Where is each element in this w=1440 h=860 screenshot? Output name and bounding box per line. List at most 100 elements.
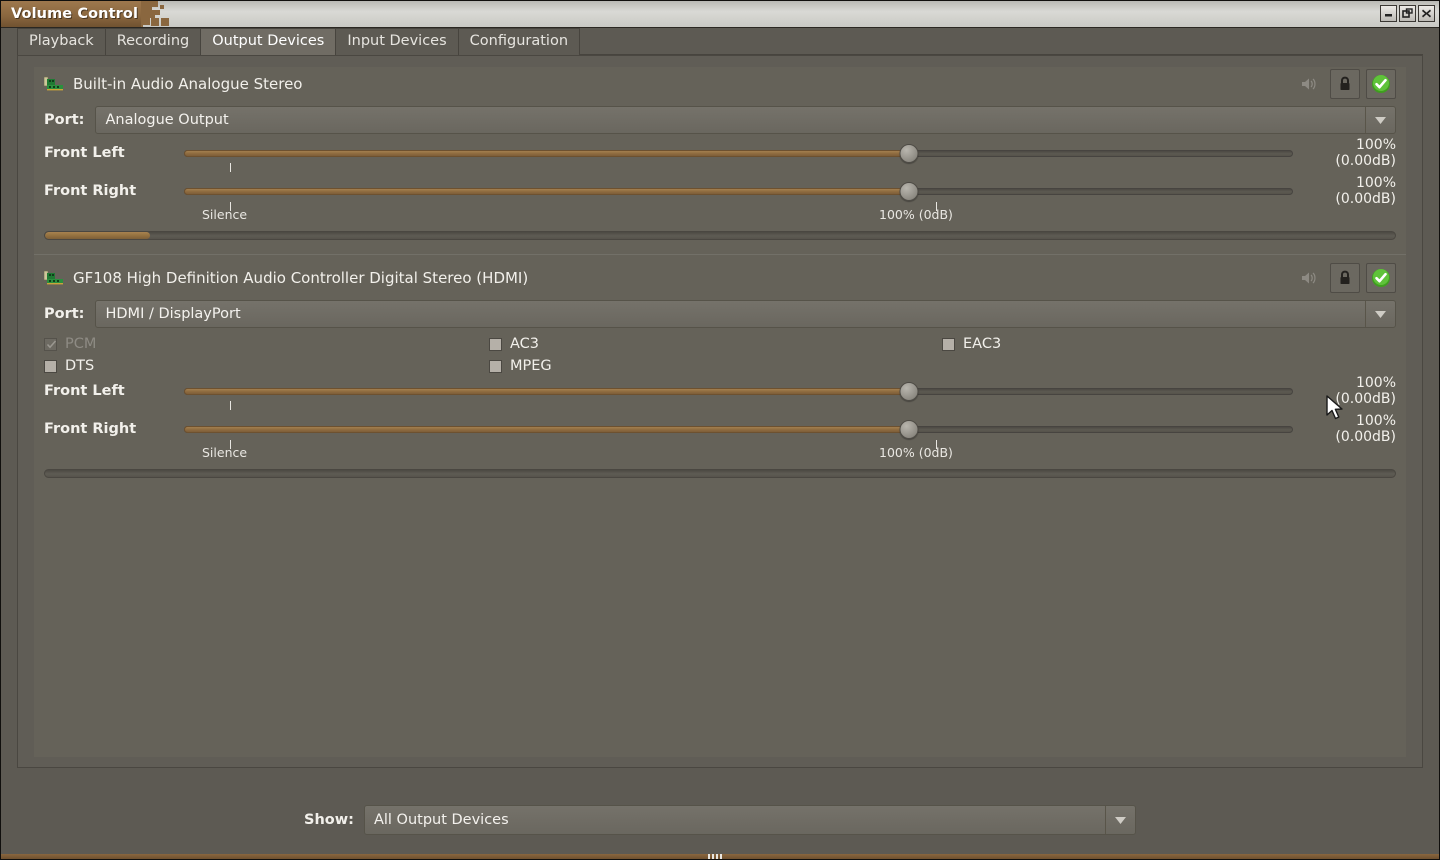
title-bar[interactable]: Volume Control (1, 1, 1439, 28)
channel-value: 100% (0.00dB) (1293, 375, 1396, 407)
volume-slider-front-left[interactable] (184, 142, 1293, 164)
chevron-down-icon (1105, 806, 1135, 834)
resize-grip-dots (708, 854, 732, 859)
slider-handle[interactable] (900, 182, 919, 201)
port-select[interactable]: HDMI / DisplayPort (95, 300, 1396, 328)
channel-value: 100% (0.00dB) (1293, 413, 1396, 445)
lock-icon (1337, 270, 1353, 286)
tick-silence (230, 401, 231, 410)
device-card-gf108-hdmi: GF108 High Definition Audio Controller D… (34, 261, 1406, 488)
device-scroll-area[interactable]: Built-in Audio Analogue Stereo (34, 67, 1406, 757)
channel-label: Front Left (44, 145, 184, 161)
device-divider (34, 254, 1406, 255)
close-button[interactable] (1418, 5, 1435, 22)
channel-label: Front Right (44, 183, 184, 199)
scale-max-label: 100% (0dB) (879, 445, 953, 460)
slider-fill (184, 150, 909, 157)
window-title: Volume Control (11, 6, 138, 22)
port-label: Port: (44, 112, 84, 128)
level-meter-wrap (34, 463, 1406, 488)
tab-recording[interactable]: Recording (105, 28, 202, 55)
slider-ticks-left (34, 405, 1406, 415)
port-select[interactable]: Analogue Output (95, 106, 1396, 134)
channel-row-front-right: Front Right 100% (0.00dB) (34, 415, 1406, 443)
channel-row-front-left: Front Left 100% (0.00dB) (34, 139, 1406, 167)
device-card-builtin-audio: Built-in Audio Analogue Stereo (34, 67, 1406, 250)
channel-row-front-right: Front Right 100% (0.00dB) (34, 177, 1406, 205)
set-default-button[interactable] (1366, 263, 1396, 293)
peak-level-fill (45, 232, 150, 239)
port-label: Port: (44, 306, 84, 322)
channel-label: Front Right (44, 421, 184, 437)
show-label: Show: (304, 812, 354, 828)
device-header: GF108 High Definition Audio Controller D… (34, 261, 1406, 295)
default-check-icon (1371, 268, 1391, 288)
codec-label: PCM (65, 336, 96, 352)
channel-row-front-left: Front Left 100% (0.00dB) (34, 377, 1406, 405)
slider-handle[interactable] (900, 382, 919, 401)
tick-silence (230, 163, 231, 172)
port-value: HDMI / DisplayPort (96, 306, 240, 322)
window-buttons (1380, 5, 1435, 22)
resize-grip[interactable] (1, 854, 1439, 859)
mute-button[interactable] (1294, 69, 1324, 99)
slider-ticks-left (34, 167, 1406, 177)
channel-label: Front Left (44, 383, 184, 399)
checkbox-icon (489, 360, 502, 373)
slider-scale: Silence 100% (0dB) (34, 443, 1406, 463)
title-bar-pixel-decoration (141, 1, 211, 28)
slider-fill (184, 426, 909, 433)
close-icon (1421, 8, 1432, 19)
slider-scale: Silence 100% (0dB) (34, 205, 1406, 225)
device-controls (1294, 261, 1396, 295)
codec-checkbox-mpeg[interactable]: MPEG (489, 358, 552, 374)
maximize-button[interactable] (1399, 5, 1416, 22)
default-check-icon (1371, 74, 1391, 94)
channel-value: 100% (0.00dB) (1293, 137, 1396, 169)
slider-handle[interactable] (900, 144, 919, 163)
maximize-icon (1402, 8, 1413, 19)
codec-label: EAC3 (963, 336, 1001, 352)
lock-volume-button[interactable] (1330, 263, 1360, 293)
show-filter-value: All Output Devices (365, 812, 509, 828)
codec-checkbox-pcm[interactable]: PCM (44, 336, 96, 352)
volume-slider-front-left[interactable] (184, 380, 1293, 402)
mute-button[interactable] (1294, 263, 1324, 293)
chevron-down-icon (1365, 107, 1395, 133)
tab-bar: Playback Recording Output Devices Input … (1, 28, 1439, 55)
volume-slider-front-right[interactable] (184, 180, 1293, 202)
show-filter-select[interactable]: All Output Devices (364, 805, 1136, 835)
output-devices-panel: Built-in Audio Analogue Stereo (17, 55, 1423, 768)
scale-max-label: 100% (0dB) (879, 207, 953, 222)
minimize-icon (1383, 8, 1394, 19)
tab-configuration[interactable]: Configuration (458, 28, 580, 55)
speaker-muted-icon (1300, 76, 1318, 92)
set-default-button[interactable] (1366, 69, 1396, 99)
device-name: Built-in Audio Analogue Stereo (73, 75, 302, 93)
codec-checkbox-ac3[interactable]: AC3 (489, 336, 539, 352)
tab-input-devices[interactable]: Input Devices (335, 28, 458, 55)
slider-handle[interactable] (900, 420, 919, 439)
lock-volume-button[interactable] (1330, 69, 1360, 99)
volume-control-window: Volume Control Playback Recordi (0, 0, 1440, 860)
tab-playback[interactable]: Playback (17, 28, 106, 55)
speaker-muted-icon (1300, 270, 1318, 286)
device-controls (1294, 67, 1396, 101)
channel-value: 100% (0.00dB) (1293, 175, 1396, 207)
device-name: GF108 High Definition Audio Controller D… (73, 269, 528, 287)
slider-fill (184, 388, 909, 395)
peak-level-meter (44, 469, 1396, 478)
peak-level-meter (44, 231, 1396, 240)
scale-min-label: Silence (202, 445, 247, 460)
tab-output-devices[interactable]: Output Devices (200, 28, 336, 55)
minimize-button[interactable] (1380, 5, 1397, 22)
sound-card-icon (44, 76, 64, 92)
checkbox-icon (942, 338, 955, 351)
codec-label: MPEG (510, 358, 552, 374)
codec-label: DTS (65, 358, 94, 374)
volume-slider-front-right[interactable] (184, 418, 1293, 440)
port-row: Port: Analogue Output (34, 101, 1406, 139)
slider-fill (184, 188, 909, 195)
codec-checkbox-dts[interactable]: DTS (44, 358, 94, 374)
codec-checkbox-eac3[interactable]: EAC3 (942, 336, 1001, 352)
